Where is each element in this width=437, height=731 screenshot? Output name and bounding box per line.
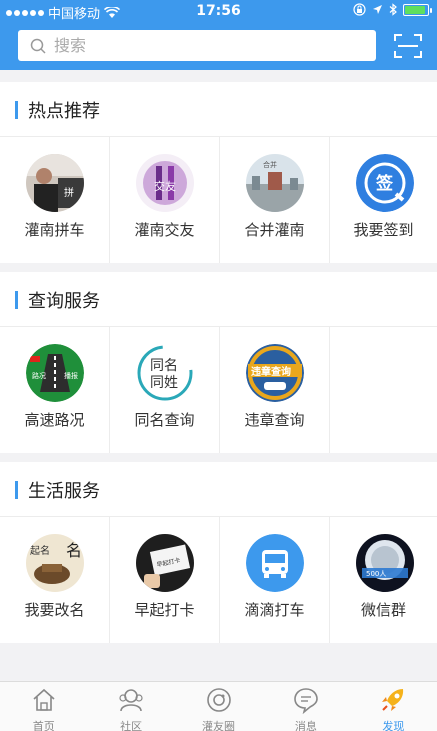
section-title: 生活服务 — [28, 481, 100, 502]
svg-text:500人: 500人 — [366, 570, 386, 578]
grid-item-label: 灌南交友 — [134, 221, 195, 239]
search-icon — [30, 38, 46, 54]
tab-home[interactable]: 首页 — [0, 682, 87, 731]
grid-item-carpool[interactable]: 拼 灌南拼车 — [0, 137, 110, 263]
grid-item-highway[interactable]: 路况 播报 高速路况 — [0, 327, 110, 453]
life-grid: 起名 名 我要改名 早起打卡 早起打卡 滴滴打车 500人 微信群 — [0, 517, 437, 643]
same-name-icon: 同名 同姓 — [136, 344, 194, 402]
bus-icon — [246, 534, 304, 592]
section-accent-bar — [15, 101, 18, 119]
grid-item-label: 高速路况 — [24, 411, 85, 429]
grid-item-sign-in[interactable]: 签 我要签到 — [330, 137, 437, 263]
wechat-group-photo: 500人 — [356, 534, 414, 592]
scan-icon[interactable] — [393, 32, 423, 60]
grid-item-label: 我要改名 — [24, 601, 85, 619]
grid-item-rename[interactable]: 起名 名 我要改名 — [0, 517, 110, 643]
tab-community[interactable]: 社区 — [87, 682, 174, 731]
svg-text:同名: 同名 — [150, 358, 178, 374]
status-bar: 中国移动 17:56 — [0, 0, 437, 22]
early-rise-photo: 早起打卡 — [136, 534, 194, 592]
bluetooth-icon — [389, 3, 397, 16]
section-title: 查询服务 — [28, 291, 100, 312]
tab-discover[interactable]: 发现 — [350, 682, 437, 731]
grid-item-label: 灌南拼车 — [24, 221, 85, 239]
tab-label: 首页 — [32, 720, 55, 731]
tab-label: 发现 — [382, 720, 405, 731]
battery-icon — [403, 3, 432, 16]
svg-text:同姓: 同姓 — [150, 375, 178, 391]
grid-item-early-rise[interactable]: 早起打卡 早起打卡 — [110, 517, 220, 643]
section-header-query: 查询服务 — [0, 272, 437, 327]
tab-label: 社区 — [120, 720, 143, 731]
message-icon — [294, 688, 318, 714]
svg-text:违章查询: 违章查询 — [251, 365, 291, 378]
grid-item-label: 早起打卡 — [134, 601, 195, 619]
rename-photo: 起名 名 — [26, 534, 84, 592]
svg-text:拼: 拼 — [64, 186, 74, 199]
home-icon — [33, 688, 55, 711]
search-input[interactable] — [54, 36, 354, 55]
grid-item-dating[interactable]: 交友 灌南交友 — [110, 137, 220, 263]
grid-item-label: 滴滴打车 — [244, 601, 305, 619]
lock-rotation-icon — [353, 3, 366, 16]
grid-item-label: 同名查询 — [134, 411, 195, 429]
status-icons — [353, 3, 432, 16]
grid-item-empty — [330, 327, 437, 453]
grid-item-label: 微信群 — [360, 601, 406, 619]
highway-icon: 路况 播报 — [26, 344, 84, 402]
hot-grid: 拼 灌南拼车 交友 灌南交友 合并 合并灌南 签 我要签到 — [0, 137, 437, 263]
tab-label: 灌友圈 — [202, 720, 236, 731]
grid-item-same-name[interactable]: 同名 同姓 同名查询 — [110, 327, 220, 453]
section-accent-bar — [15, 481, 18, 499]
location-icon — [373, 5, 382, 14]
grid-item-label: 我要签到 — [353, 221, 414, 239]
grid-item-merge[interactable]: 合并 合并灌南 — [220, 137, 330, 263]
circle-icon — [206, 688, 231, 712]
svg-text:路况: 路况 — [32, 371, 46, 380]
grid-item-label: 合并灌南 — [244, 221, 305, 239]
tab-bar: 首页 社区 灌友圈 消息 发现 — [0, 681, 437, 731]
city-photo: 合并 — [246, 154, 304, 212]
tab-label: 消息 — [294, 720, 317, 731]
top-bar — [0, 22, 437, 70]
svg-text:起名: 起名 — [30, 544, 50, 557]
svg-text:名: 名 — [66, 541, 82, 560]
svg-text:播报: 播报 — [64, 371, 78, 380]
dating-photo: 交友 — [136, 154, 194, 212]
section-title: 热点推荐 — [28, 101, 100, 122]
grid-item-violation[interactable]: 违章查询 违章查询 — [220, 327, 330, 453]
rocket-icon — [382, 689, 404, 711]
grid-item-didi[interactable]: 滴滴打车 — [220, 517, 330, 643]
grid-item-label: 违章查询 — [244, 411, 305, 429]
svg-text:交友: 交友 — [154, 179, 176, 193]
community-icon — [119, 689, 143, 712]
sign-in-icon: 签 — [356, 154, 414, 212]
grid-item-wechat-group[interactable]: 500人 微信群 — [330, 517, 437, 643]
section-header-hot: 热点推荐 — [0, 82, 437, 137]
svg-text:合并: 合并 — [263, 160, 277, 169]
carpool-photo: 拼 — [26, 154, 84, 212]
section-header-life: 生活服务 — [0, 462, 437, 517]
search-box[interactable] — [18, 30, 376, 61]
tab-circle[interactable]: 灌友圈 — [175, 682, 262, 731]
section-accent-bar — [15, 291, 18, 309]
tab-messages[interactable]: 消息 — [262, 682, 349, 731]
svg-text:签: 签 — [375, 173, 394, 194]
query-grid: 路况 播报 高速路况 同名 同姓 同名查询 违章查询 违章查询 — [0, 327, 437, 453]
violation-icon: 违章查询 — [246, 344, 304, 402]
